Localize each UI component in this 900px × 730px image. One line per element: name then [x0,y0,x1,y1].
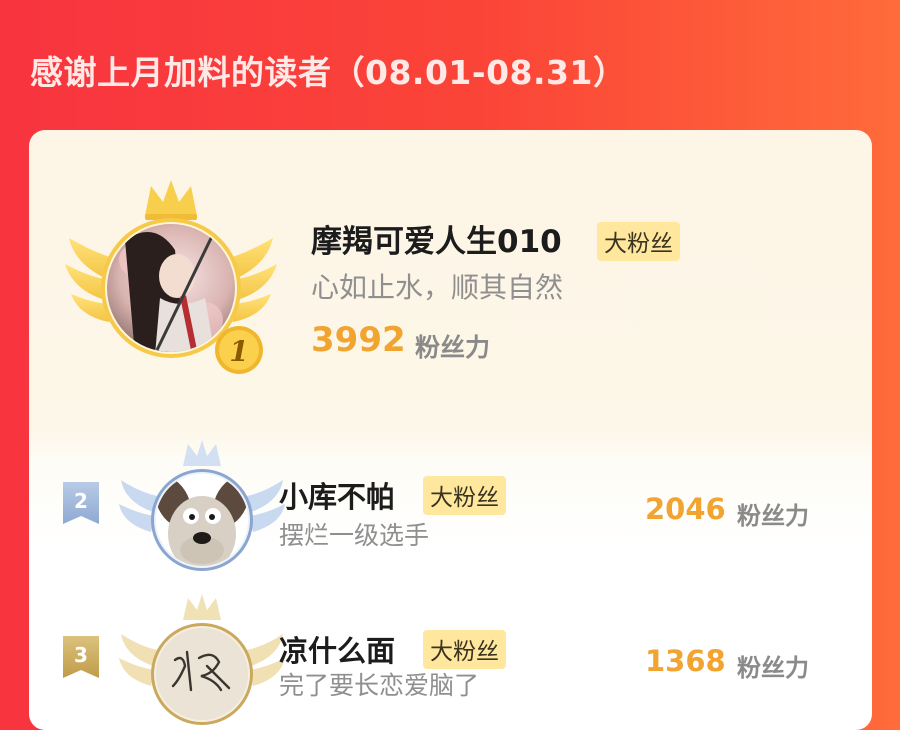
rank-1-avatar-frame[interactable]: 1 [65,180,277,376]
rank-2-tag: 2 [61,482,101,524]
avatar [156,628,248,720]
crown-icon [183,594,221,620]
rank-3-name[interactable]: 凉什么面 [279,628,395,670]
rank-3-score: 1368 [645,644,726,678]
rank-1-motto: 心如止水，顺其自然 [311,271,564,304]
rank-1-badge: 大粉丝 [597,222,680,261]
svg-text:2: 2 [74,489,88,513]
rank-2-avatar-frame[interactable] [117,436,287,576]
page-title: 感谢上月加料的读者（08.01-08.31） [30,53,627,92]
rank-3-badge: 大粉丝 [423,630,506,669]
avatar [156,474,248,566]
rank-1-score-unit: 粉丝力 [415,333,491,362]
rank-2-badge: 大粉丝 [423,476,506,515]
rank-2-name[interactable]: 小库不帕 [279,474,395,516]
rank-tag-icon: 2 [63,482,99,524]
rank-medal-icon: 1 [215,326,263,374]
crown-icon [145,180,197,220]
rank-2-score-unit: 粉丝力 [737,502,809,530]
svg-text:3: 3 [74,643,88,667]
svg-text:1: 1 [229,335,248,368]
rank-2-motto: 摆烂一级选手 [279,521,430,550]
rank-1-name[interactable]: 摩羯可爱人生010 [311,216,562,261]
rank-3-score-unit: 粉丝力 [737,654,809,682]
rank-3-motto: 完了要长恋爱脑了 [279,671,480,700]
rank-3-tag: 3 [61,636,101,678]
rank-1-score: 3992 [311,320,406,360]
rank-3-avatar-frame[interactable] [117,590,287,730]
leaderboard-card: 1 摩羯可爱人生010 大粉丝 心如止水，顺其自然 3992 粉丝力 2 小库不… [29,130,872,730]
rank-tag-icon: 3 [63,636,99,678]
crown-icon [183,440,221,466]
rank-2-score: 2046 [645,492,726,526]
